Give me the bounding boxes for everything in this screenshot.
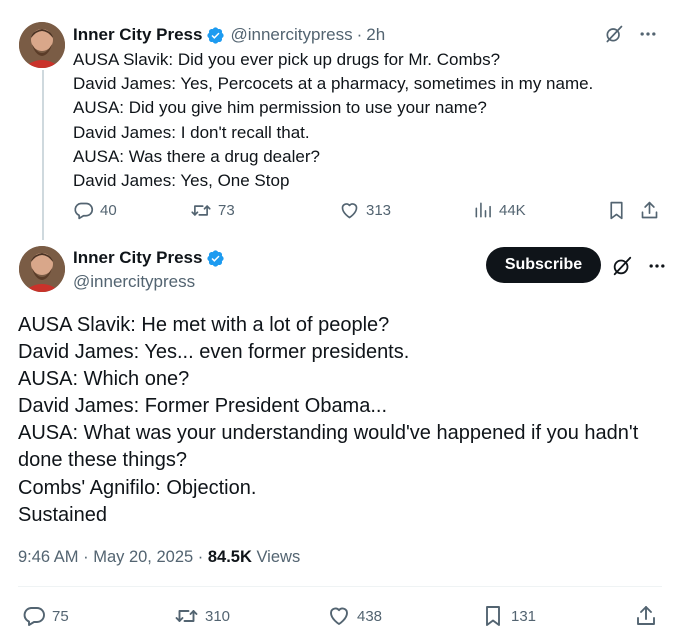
tweet-line: Sustained bbox=[18, 503, 107, 526]
repost-icon bbox=[174, 604, 199, 628]
tweet-line: David James: Yes, One Stop bbox=[73, 171, 290, 191]
handle[interactable]: @innercitypress bbox=[230, 24, 352, 46]
bookmark-button[interactable] bbox=[606, 200, 627, 221]
reply-icon bbox=[73, 200, 94, 221]
more-icon[interactable] bbox=[647, 256, 667, 276]
avatar[interactable] bbox=[19, 22, 65, 68]
tweet-line: AUSA Slavik: Did you ever pick up drugs … bbox=[73, 50, 501, 69]
avatar-image bbox=[19, 22, 65, 68]
like-count: 313 bbox=[366, 202, 392, 219]
bookmark-button[interactable]: 131 bbox=[481, 604, 536, 628]
avatar[interactable] bbox=[19, 246, 65, 292]
post-metadata: 9:46 AM · May 20, 2025 · 84.5K Views bbox=[18, 548, 300, 567]
bookmark-count: 131 bbox=[511, 607, 537, 625]
handle[interactable]: @innercitypress bbox=[73, 272, 195, 292]
reply-icon bbox=[22, 604, 46, 628]
views-button[interactable]: 44K bbox=[473, 200, 526, 220]
views-count: 84.5K bbox=[207, 548, 252, 566]
like-count: 438 bbox=[357, 607, 383, 625]
repost-count: 310 bbox=[205, 607, 231, 625]
tweet-line: David James: Yes... even former presiden… bbox=[18, 341, 410, 364]
post-time[interactable]: 2h bbox=[366, 24, 385, 46]
verified-badge-icon bbox=[206, 249, 225, 268]
repost-count: 73 bbox=[218, 202, 235, 219]
tweet-line: AUSA: What was your understanding would'… bbox=[18, 422, 639, 445]
tweet1-actions: 40 73 313 44K bbox=[73, 200, 663, 222]
views-icon bbox=[473, 200, 493, 220]
like-button[interactable]: 438 bbox=[327, 604, 382, 628]
tweet-line: done these things? bbox=[18, 449, 188, 472]
subscribe-button[interactable]: Subscribe bbox=[486, 247, 601, 283]
reply-count: 75 bbox=[52, 607, 69, 625]
display-name[interactable]: Inner City Press bbox=[73, 24, 202, 46]
like-button[interactable]: 313 bbox=[339, 200, 391, 221]
share-icon bbox=[639, 200, 660, 221]
separator-dot: · bbox=[356, 25, 363, 44]
like-icon bbox=[327, 604, 351, 628]
repost-button[interactable]: 73 bbox=[190, 200, 235, 221]
tweet-line: David James: Yes, Percocets at a pharmac… bbox=[73, 74, 594, 94]
tweet1-top-icons bbox=[604, 24, 658, 44]
tweet-line: AUSA: Did you give him permission to use… bbox=[73, 98, 487, 118]
views-label: Views bbox=[251, 548, 301, 566]
tweet1-header: Inner City Press @innercitypress · 2h bbox=[73, 24, 385, 46]
display-name[interactable]: Inner City Press bbox=[73, 248, 202, 268]
tweet1-text: AUSA Slavik: Did you ever pick up drugs … bbox=[73, 48, 593, 193]
share-button[interactable] bbox=[634, 604, 658, 628]
views-count: 44K bbox=[499, 201, 526, 219]
tweet2-top-icons bbox=[611, 255, 667, 277]
share-icon bbox=[634, 604, 658, 628]
tweet2-name-row: Inner City Press bbox=[73, 248, 230, 268]
more-icon[interactable] bbox=[638, 24, 658, 44]
reply-button[interactable]: 40 bbox=[73, 200, 117, 221]
tweet-line: AUSA Slavik: He met with a lot of people… bbox=[18, 314, 390, 336]
verified-badge-icon bbox=[206, 26, 225, 45]
tweet-line: AUSA: Was there a drug dealer? bbox=[73, 146, 320, 166]
grok-icon[interactable] bbox=[611, 255, 633, 277]
tweet2-text: AUSA Slavik: He met with a lot of people… bbox=[18, 312, 638, 529]
tweet-line: Combs' Agnifilo: Objection. bbox=[18, 476, 257, 499]
post-timestamp[interactable]: 9:46 AM · May 20, 2025 · bbox=[18, 548, 208, 566]
like-icon bbox=[339, 200, 360, 221]
grok-icon[interactable] bbox=[604, 24, 624, 44]
avatar-image bbox=[19, 246, 65, 292]
reply-button[interactable]: 75 bbox=[22, 604, 69, 628]
tweet-line: AUSA: Which one? bbox=[18, 368, 190, 391]
share-button[interactable] bbox=[639, 200, 660, 221]
repost-icon bbox=[190, 200, 212, 221]
thread-line bbox=[42, 70, 44, 240]
tweet-line: David James: I don't recall that. bbox=[73, 122, 310, 142]
divider bbox=[18, 586, 662, 587]
reply-count: 40 bbox=[100, 202, 117, 219]
tweet-line: David James: Former President Obama... bbox=[18, 395, 388, 418]
tweet2-actions: 75 310 438 131 bbox=[22, 604, 662, 630]
bookmark-icon bbox=[606, 200, 627, 221]
bookmark-icon bbox=[481, 604, 505, 628]
repost-button[interactable]: 310 bbox=[174, 604, 230, 628]
